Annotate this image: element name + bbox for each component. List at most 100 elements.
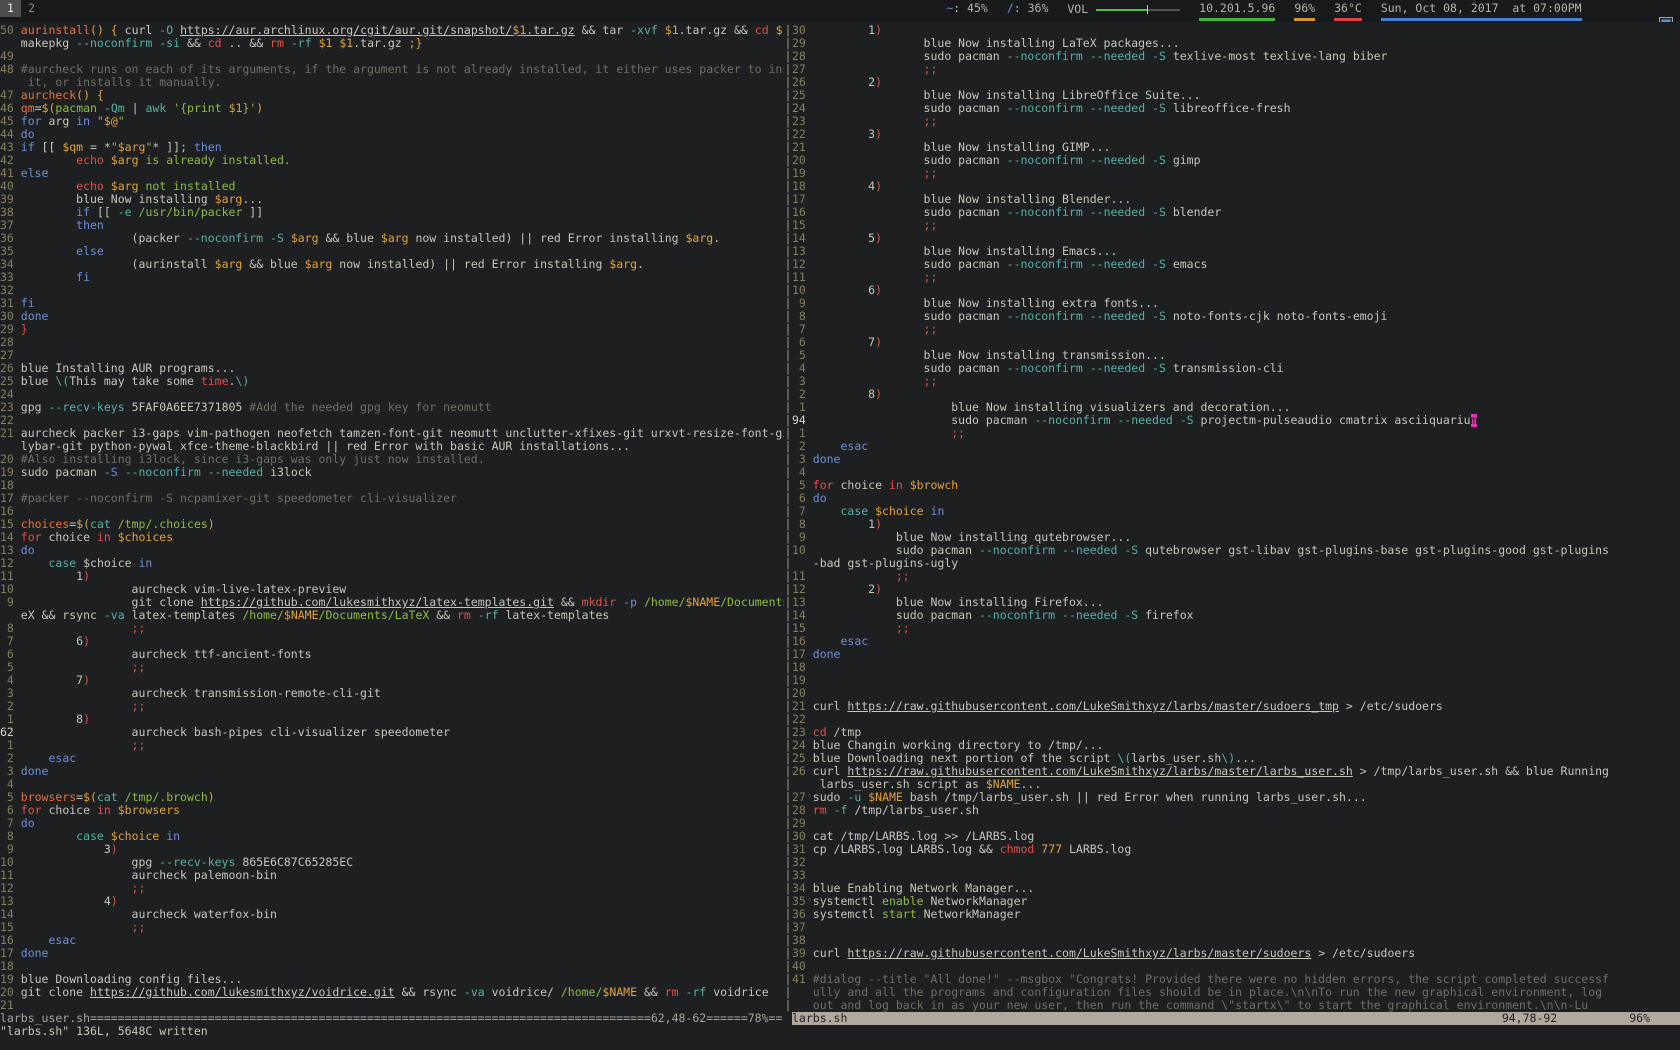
line-number: 37 <box>0 219 14 232</box>
code-line: 8 case $choice in <box>0 830 784 843</box>
line-number: 36 <box>792 908 806 921</box>
code-line: 44do <box>0 128 784 141</box>
line-number: 2 <box>792 440 806 453</box>
line-number: 7 <box>792 505 806 518</box>
code-line: 3done <box>0 765 784 778</box>
temperature-indicator: 36°C <box>1334 2 1362 21</box>
volume-slider[interactable] <box>1096 5 1180 14</box>
line-number: 2 <box>792 388 806 401</box>
code-line: 4 <box>792 466 1680 479</box>
code-line: 28rm -f /tmp/larbs_user.sh <box>792 804 1680 817</box>
code-line: larbs_user.sh script as $NAME... <box>792 778 1680 791</box>
code-line: 35systemctl enable NetworkManager <box>792 895 1680 908</box>
line-number: 14 <box>792 609 806 622</box>
code-line: 24 <box>0 388 784 401</box>
code-line: 29} <box>0 323 784 336</box>
line-number: 20 <box>0 453 14 466</box>
code-line: 12 2) <box>792 583 1680 596</box>
code-line: 18 4) <box>792 180 1680 193</box>
line-number: 12 <box>792 258 806 271</box>
line-number: 38 <box>792 934 806 947</box>
line-number: 7 <box>792 323 806 336</box>
code-line: 9 git clone https://github.com/lukesmith… <box>0 596 784 609</box>
line-number: 4 <box>792 466 806 479</box>
code-line: 17done <box>0 947 784 960</box>
vim-split: 50aurinstall() { curl -O https://aur.arc… <box>0 22 1680 1012</box>
battery-indicator: 96% <box>1294 2 1315 21</box>
workspace-tag-2[interactable]: 2 <box>21 0 42 17</box>
disk-home-indicator: ~: 45% <box>946 2 988 21</box>
line-number: 9 <box>792 297 806 310</box>
line-number: 35 <box>792 895 806 908</box>
line-number: 26 <box>792 765 806 778</box>
code-line: 21 <box>0 999 784 1012</box>
line-number: 41 <box>0 167 14 180</box>
code-line: 12 sudo pacman --noconfirm --needed -S e… <box>792 258 1680 271</box>
line-number: 6 <box>792 336 806 349</box>
statusline-row: larbs_user.sh===========================… <box>0 1012 1680 1025</box>
code-line: 36 (packer --noconfirm -S $arg && blue $… <box>0 232 784 245</box>
line-number: 2 <box>0 700 14 713</box>
line-number: 4 <box>0 674 14 687</box>
statusline-inactive[interactable]: larbs_user.sh===========================… <box>0 1012 792 1025</box>
clock: Sun, Oct 08, 2017 at 07:00PM <box>1381 2 1582 21</box>
code-line: 14 5) <box>792 232 1680 245</box>
line-number: 15 <box>0 518 14 531</box>
line-number: 24 <box>792 102 806 115</box>
code-line: 22 <box>792 713 1680 726</box>
line-number: 26 <box>792 76 806 89</box>
window-separator[interactable]: ||||||||||||||||||||||||||||||||||||||||… <box>784 24 792 1012</box>
code-line: 30done <box>0 310 784 323</box>
code-line: 21curl https://raw.githubusercontent.com… <box>792 700 1680 713</box>
statusline-active[interactable]: larbs.sh 94,78-92 96% <box>792 1012 1680 1025</box>
code-line: 2 esac <box>792 440 1680 453</box>
line-number: 37 <box>792 921 806 934</box>
code-line: 12 ;; <box>0 882 784 895</box>
line-number: 40 <box>792 960 806 973</box>
line-number: 13 <box>792 245 806 258</box>
code-line: 43if [[ $qm = *"$arg"* ]]; then <box>0 141 784 154</box>
code-line: 34 (aurinstall $arg && blue $arg now ins… <box>0 258 784 271</box>
code-line: 19 ;; <box>792 167 1680 180</box>
code-line: 25blue Downloading next portion of the s… <box>792 752 1680 765</box>
line-number: 43 <box>0 141 14 154</box>
code-line: out and log back in as your new user, th… <box>792 999 1680 1012</box>
editor-pane-right[interactable]: 30 1)29 blue Now installing LaTeX packag… <box>792 24 1680 1012</box>
code-line: 11 1) <box>0 570 784 583</box>
code-line: makepkg --noconfirm -si && cd .. && rm -… <box>0 37 784 50</box>
line-number: 21 <box>792 700 806 713</box>
code-line: 48#aurcheck runs on each of its argument… <box>0 63 784 76</box>
line-number: 14 <box>0 908 14 921</box>
line-number: 28 <box>792 50 806 63</box>
code-line: 33 fi <box>0 271 784 284</box>
line-number: 25 <box>0 375 14 388</box>
active-ruler: 94,78-92 <box>1502 1012 1557 1025</box>
code-line: 35 else <box>0 245 784 258</box>
line-number: 7 <box>0 635 14 648</box>
line-number: 11 <box>792 271 806 284</box>
line-number: 14 <box>0 531 14 544</box>
line-number: 41 <box>792 973 806 986</box>
line-number: 4 <box>0 778 14 791</box>
code-line: 17done <box>792 648 1680 661</box>
workspace-tag-1[interactable]: 1 <box>0 0 21 17</box>
line-number: 8 <box>792 518 806 531</box>
editor-pane-left[interactable]: 50aurinstall() { curl -O https://aur.arc… <box>0 24 784 1012</box>
code-line: 40 <box>792 960 1680 973</box>
line-number: 17 <box>0 947 14 960</box>
line-number: 34 <box>792 882 806 895</box>
line-number: 23 <box>0 401 14 414</box>
line-number: 16 <box>0 934 14 947</box>
code-line: 40 echo $arg not installed <box>0 180 784 193</box>
code-line: 16 sudo pacman --noconfirm --needed -S b… <box>792 206 1680 219</box>
code-line: 23gpg --recv-keys 5FAF0A6EE7371805 #Add … <box>0 401 784 414</box>
active-scroll-percent: 96% <box>1629 1012 1650 1025</box>
line-number: 8 <box>0 830 14 843</box>
code-line: 25 blue Now installing LibreOffice Suite… <box>792 89 1680 102</box>
code-line: 39curl https://raw.githubusercontent.com… <box>792 947 1680 960</box>
line-number: 26 <box>0 362 14 375</box>
line-number: 11 <box>0 869 14 882</box>
code-line: 9 blue Now installing extra fonts... <box>792 297 1680 310</box>
code-line: -bad gst-plugins-ugly <box>792 557 1680 570</box>
code-line: 28 sudo pacman --noconfirm --needed -S t… <box>792 50 1680 63</box>
